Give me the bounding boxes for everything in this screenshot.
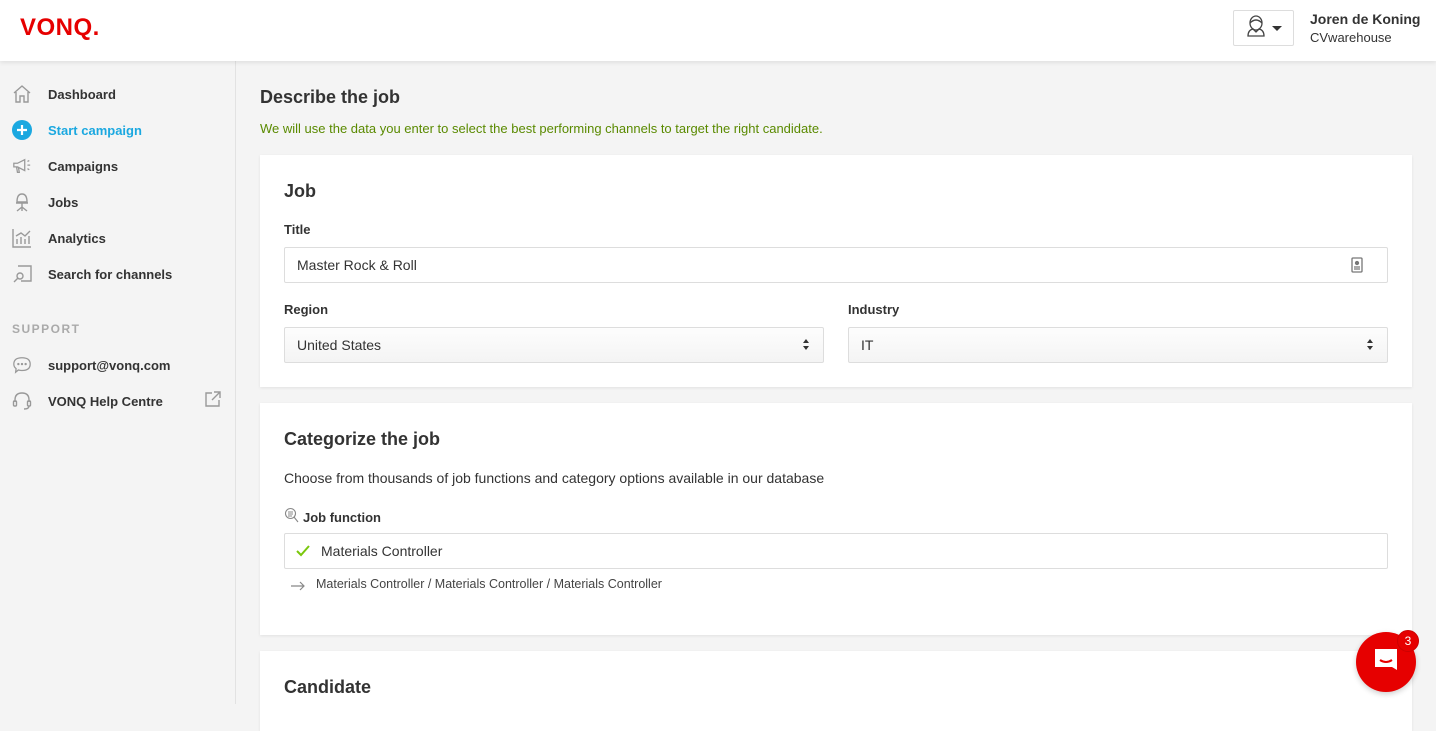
arrow-right-icon	[290, 578, 306, 596]
job-card: Job Title Master Rock & Roll Region Unit…	[260, 155, 1412, 387]
chevron-down-icon	[1271, 25, 1282, 31]
chat-notification-badge: 3	[1397, 630, 1419, 652]
industry-select[interactable]: IT	[848, 327, 1388, 363]
region-label: Region	[284, 302, 329, 317]
sidebar-item-jobs[interactable]: Jobs	[0, 184, 235, 220]
sidebar-item-label: support@vonq.com	[48, 357, 171, 373]
industry-select-value: IT	[861, 337, 874, 353]
sidebar-item-search-channels[interactable]: Search for channels	[0, 256, 235, 292]
sidebar-item-label: Analytics	[48, 230, 106, 246]
sidebar-item-label: Start campaign	[48, 122, 142, 138]
job-function-input[interactable]: Materials Controller	[284, 533, 1388, 569]
chart-icon	[12, 228, 32, 248]
job-function-value: Materials Controller	[321, 543, 443, 559]
industry-label: Industry	[848, 302, 900, 317]
top-bar: VONQ. Joren de Koning CVwarehouse	[0, 0, 1436, 61]
sidebar-item-label: Dashboard	[48, 86, 116, 102]
job-card-title: Job	[284, 181, 317, 201]
page-subtitle: We will use the data you enter to select…	[260, 121, 823, 136]
sidebar-item-label: VONQ Help Centre	[48, 393, 163, 409]
sidebar-item-label: Jobs	[48, 194, 79, 210]
check-icon	[296, 544, 310, 560]
chair-icon	[12, 192, 32, 212]
user-company: CVwarehouse	[1310, 30, 1392, 45]
job-function-path: Materials Controller / Materials Control…	[316, 577, 662, 591]
candidate-card-title: Candidate	[284, 677, 372, 697]
categorize-card-title: Categorize the job	[284, 429, 441, 449]
vonq-logo[interactable]: VONQ.	[20, 14, 100, 42]
chat-icon	[1372, 646, 1400, 679]
support-heading: SUPPORT	[12, 322, 81, 336]
page-title: Describe the job	[260, 87, 401, 107]
region-select[interactable]: United States	[284, 327, 824, 363]
title-input[interactable]: Master Rock & Roll	[284, 247, 1388, 283]
region-select-value: United States	[297, 337, 382, 353]
title-label: Title	[284, 222, 311, 237]
headset-icon	[12, 391, 32, 411]
select-arrows-icon	[803, 339, 809, 350]
candidate-card: Candidate	[260, 651, 1412, 731]
plus-circle-icon	[12, 120, 32, 140]
select-arrows-icon	[1367, 339, 1373, 350]
sidebar-item-analytics[interactable]: Analytics	[0, 220, 235, 256]
sidebar-item-help-centre[interactable]: VONQ Help Centre	[0, 383, 235, 419]
search-channels-icon	[12, 264, 32, 284]
contact-card-icon	[1351, 257, 1363, 276]
search-list-icon	[284, 507, 299, 528]
sidebar-item-support-email[interactable]: support@vonq.com	[0, 347, 235, 383]
user-name: Joren de Koning	[1310, 11, 1421, 27]
sidebar: Dashboard Start campaign Campaigns Jobs …	[0, 61, 236, 704]
external-link-icon	[204, 390, 222, 413]
megaphone-icon	[12, 156, 32, 176]
sidebar-item-start-campaign[interactable]: Start campaign	[0, 112, 235, 148]
categorize-card: Categorize the job Choose from thousands…	[260, 403, 1412, 635]
home-icon	[12, 84, 32, 104]
categorize-description: Choose from thousands of job functions a…	[284, 470, 825, 486]
sidebar-item-label: Campaigns	[48, 158, 119, 174]
sidebar-item-campaigns[interactable]: Campaigns	[0, 148, 235, 184]
user-avatar-icon	[1246, 14, 1266, 42]
sidebar-item-dashboard[interactable]: Dashboard	[0, 76, 235, 112]
main-content: Describe the job We will use the data yo…	[236, 61, 1436, 731]
job-function-label-row: Job function	[284, 507, 381, 528]
user-menu-button[interactable]	[1233, 10, 1294, 46]
chat-bubble-icon	[12, 355, 32, 375]
sidebar-item-label: Search for channels	[48, 266, 173, 282]
job-function-label: Job function	[303, 510, 381, 525]
title-input-value: Master Rock & Roll	[297, 257, 417, 273]
